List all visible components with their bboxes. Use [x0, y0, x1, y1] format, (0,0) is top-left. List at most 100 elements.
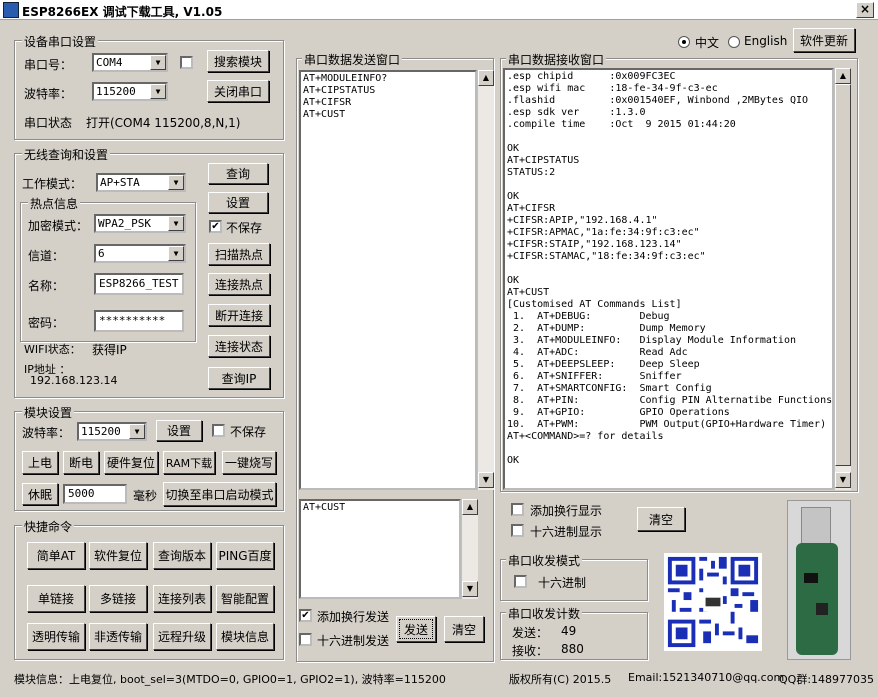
scan-hotspot-button[interactable]: 扫描热点 [208, 243, 270, 265]
mode-hex-checkbox[interactable] [514, 575, 527, 588]
send-input-scrollbar[interactable]: ▲ ▼ [461, 499, 478, 599]
send-history-text: AT+MODULEINFO? AT+CIPSTATUS AT+CIFSR AT+… [303, 73, 388, 120]
send-button[interactable]: 发送 [396, 616, 436, 642]
non-transparent-mode-button[interactable]: 非透传输 [89, 623, 147, 650]
serial-status-value: 打开(COM4 115200,8,N,1) [86, 116, 241, 130]
switch-boot-mode-button[interactable]: 切换至串口启动模式 [163, 482, 276, 506]
hw-reset-button[interactable]: 硬件复位 [104, 451, 158, 474]
lang-zh-radio[interactable] [678, 36, 690, 48]
usb-stick-body [796, 543, 838, 655]
close-port-button[interactable]: 关闭串口 [207, 80, 269, 102]
ram-download-button[interactable]: RAM下载 [163, 451, 215, 474]
channel-select[interactable]: 6 ▼ [94, 244, 186, 263]
wifi-nosave-checkbox[interactable]: ✔ [209, 220, 222, 233]
scroll-down-icon[interactable]: ▼ [835, 472, 851, 488]
chip [816, 603, 828, 615]
recv-clear-button[interactable]: 清空 [637, 507, 685, 531]
module-info-button[interactable]: 模块信息 [216, 623, 274, 650]
transparent-mode-button[interactable]: 透明传输 [27, 623, 85, 650]
wifi-settings-title: 无线查询和设置 [22, 146, 111, 163]
lang-en-radio[interactable] [728, 36, 740, 48]
serial-settings-title: 设备串口设置 [22, 33, 99, 50]
recv-newline-label: 添加换行显示 [530, 504, 603, 518]
scroll-up-icon[interactable]: ▲ [462, 499, 478, 515]
power-off-button[interactable]: 断电 [63, 451, 99, 474]
send-window-title: 串口数据发送窗口 [302, 51, 403, 68]
wifi-status-value: 获得IP [92, 343, 127, 357]
smart-config-button[interactable]: 智能配置 [216, 585, 274, 612]
module-set-button[interactable]: 设置 [156, 420, 202, 441]
send-input-textarea[interactable]: AT+CUST [299, 499, 461, 599]
recv-scrollbar[interactable]: ▲ ▼ [834, 68, 851, 490]
wifi-set-button[interactable]: 设置 [208, 192, 268, 213]
single-link-button[interactable]: 单链接 [27, 585, 85, 612]
wifi-nosave-label: 不保存 [226, 221, 263, 235]
send-hex-label: 十六进制发送 [317, 634, 390, 648]
query-version-button[interactable]: 查询版本 [153, 542, 211, 569]
recv-window-title: 串口数据接收窗口 [506, 51, 607, 68]
remote-upgrade-button[interactable]: 远程升级 [153, 623, 211, 650]
wifi-status-label: WIFI状态： [24, 343, 81, 356]
simple-at-button[interactable]: 简单AT [27, 542, 85, 569]
copyright-text: 版权所有(C) 2015.5 [509, 673, 612, 686]
scroll-down-icon[interactable]: ▼ [462, 581, 478, 597]
serial-baud-select[interactable]: 115200 ▼ [92, 82, 168, 101]
software-update-button[interactable]: 软件更新 [793, 28, 855, 52]
send-hex-checkbox[interactable] [299, 633, 312, 646]
module-baud-select[interactable]: 115200 ▼ [77, 422, 147, 441]
chevron-down-icon: ▼ [168, 175, 184, 190]
connect-hotspot-button[interactable]: 连接热点 [208, 273, 270, 295]
recv-count-value: 880 [561, 642, 584, 656]
disconnect-button[interactable]: 断开连接 [208, 304, 270, 326]
password-label: 密码： [28, 316, 65, 330]
connection-state-button[interactable]: 连接状态 [208, 335, 270, 357]
chevron-down-icon: ▼ [150, 55, 166, 70]
soft-reset-button[interactable]: 软件复位 [89, 542, 147, 569]
send-history-scrollbar[interactable]: ▲ ▼ [477, 70, 494, 490]
send-newline-checkbox[interactable]: ✔ [299, 609, 312, 622]
port-label: 串口号： [24, 58, 73, 72]
port-select[interactable]: COM4 ▼ [92, 53, 168, 72]
lang-zh-label: 中文 [695, 36, 720, 50]
module-settings-title: 模块设置 [22, 404, 75, 421]
status-bar: 模块信息：上电复位, boot_sel=3(MTDO=0, GPIO0=1, G… [0, 666, 878, 697]
password-input[interactable]: ********** [94, 310, 184, 332]
scroll-up-icon[interactable]: ▲ [478, 70, 494, 86]
query-ip-button[interactable]: 查询IP [208, 367, 270, 389]
recv-newline-checkbox[interactable] [511, 503, 524, 516]
serial-extra-checkbox[interactable] [180, 56, 193, 69]
scroll-down-icon[interactable]: ▼ [478, 472, 494, 488]
work-mode-label: 工作模式： [22, 177, 83, 191]
serial-status-label: 串口状态 [24, 116, 73, 130]
wifi-query-button[interactable]: 查询 [208, 163, 268, 184]
encryption-select[interactable]: WPA2_PSK ▼ [94, 214, 186, 233]
channel-label: 信道： [28, 249, 65, 263]
flash-button[interactable]: 一键烧写 [222, 451, 276, 474]
scroll-thumb[interactable] [835, 84, 851, 466]
ms-label: 毫秒 [133, 489, 158, 503]
close-button[interactable]: × [856, 2, 874, 18]
module-info-status: 模块信息：上电复位, boot_sel=3(MTDO=0, GPIO0=1, G… [14, 673, 446, 686]
work-mode-select[interactable]: AP+STA ▼ [96, 173, 186, 192]
link-list-button[interactable]: 连接列表 [153, 585, 211, 612]
module-nosave-checkbox[interactable] [212, 424, 225, 437]
send-clear-button[interactable]: 清空 [444, 616, 484, 642]
ssid-input[interactable]: ESP8266_TEST [94, 273, 184, 295]
power-on-button[interactable]: 上电 [22, 451, 58, 474]
search-module-button[interactable]: 搜索模块 [207, 50, 269, 72]
ip-value: 192.168.123.14 [30, 374, 118, 387]
mode-hex-label: 十六进制 [538, 576, 587, 590]
scroll-up-icon[interactable]: ▲ [835, 68, 851, 84]
recv-textarea[interactable]: .esp chipid :0x009FC3EC .esp wifi mac :1… [503, 68, 834, 490]
send-history-textarea[interactable]: AT+MODULEINFO? AT+CIPSTATUS AT+CIFSR AT+… [299, 70, 477, 490]
serial-baud-label: 波特率： [24, 87, 73, 101]
app-icon [3, 2, 19, 18]
window-title: ESP8266EX 调试下载工具, V1.05 [22, 5, 223, 19]
recv-hex-checkbox[interactable] [511, 524, 524, 537]
sleep-duration-input[interactable]: 5000 [63, 484, 127, 504]
sleep-button[interactable]: 休眠 [22, 483, 58, 505]
multi-link-button[interactable]: 多链接 [89, 585, 147, 612]
recv-hex-label: 十六进制显示 [530, 525, 603, 539]
ping-baidu-button[interactable]: PING百度 [216, 542, 274, 569]
email-text: Email:1521340710@qq.com [628, 671, 785, 684]
